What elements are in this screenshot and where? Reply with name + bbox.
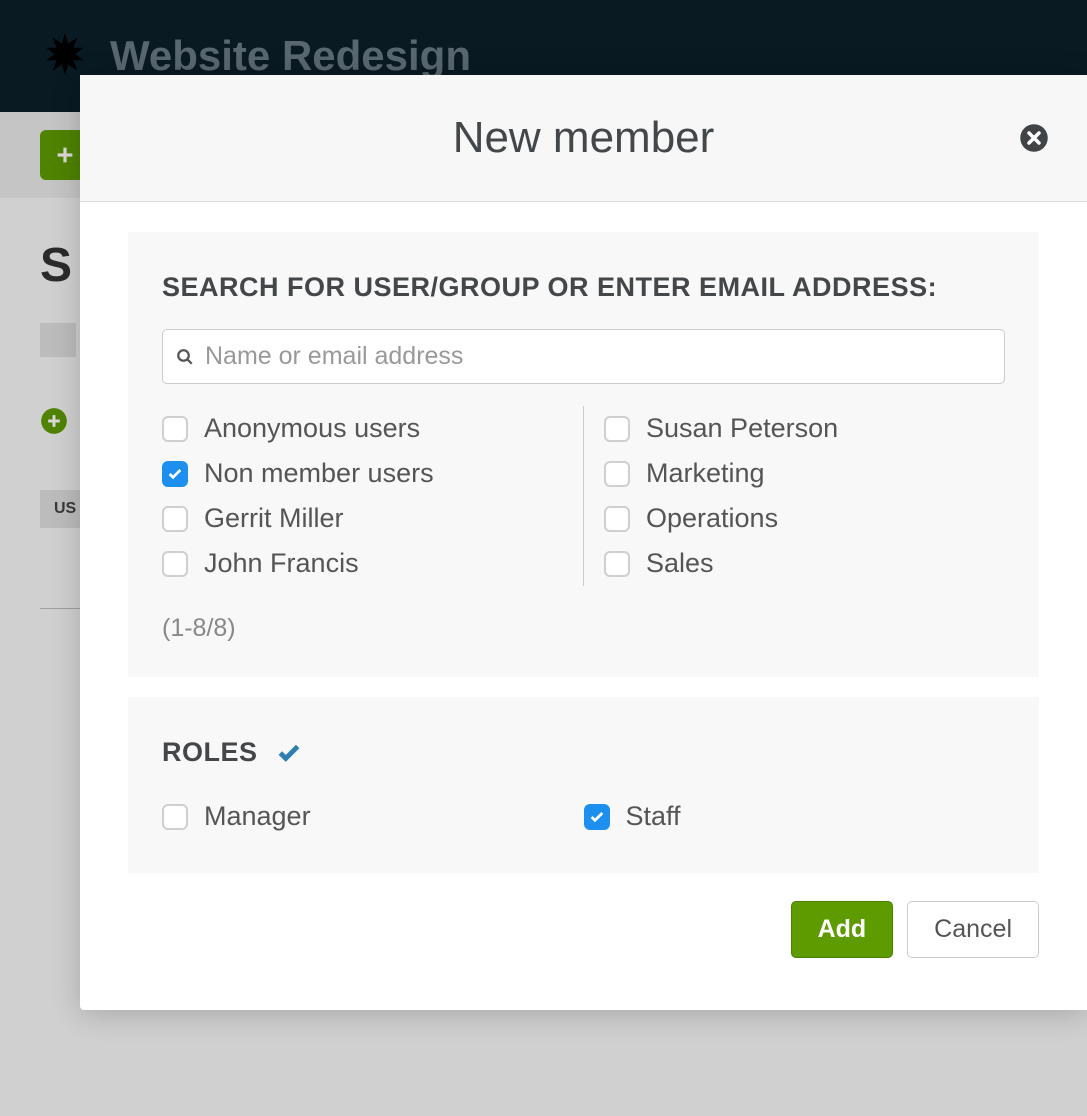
roles-label: ROLES — [162, 737, 1005, 768]
checkbox[interactable] — [584, 804, 610, 830]
user-item-anonymous[interactable]: Anonymous users — [162, 406, 563, 451]
user-label: Non member users — [204, 458, 434, 489]
user-item-susan[interactable]: Susan Peterson — [604, 406, 1005, 451]
user-label: Gerrit Miller — [204, 503, 344, 534]
add-button[interactable]: Add — [791, 901, 894, 958]
user-column-left: Anonymous users Non member users Gerrit … — [162, 406, 584, 586]
modal-title: New member — [120, 113, 1047, 163]
checkbox[interactable] — [162, 416, 188, 442]
user-label: Anonymous users — [204, 413, 420, 444]
search-input[interactable] — [162, 329, 1005, 384]
user-item-marketing[interactable]: Marketing — [604, 451, 1005, 496]
user-item-nonmember[interactable]: Non member users — [162, 451, 563, 496]
search-wrap — [162, 329, 1005, 384]
user-label: Marketing — [646, 458, 765, 489]
modal-footer: Add Cancel — [128, 893, 1039, 970]
checkbox[interactable] — [162, 506, 188, 532]
checkbox[interactable] — [162, 461, 188, 487]
user-label: John Francis — [204, 548, 359, 579]
user-item-sales[interactable]: Sales — [604, 541, 1005, 586]
user-label: Operations — [646, 503, 778, 534]
checkbox[interactable] — [604, 461, 630, 487]
role-label: Staff — [626, 801, 681, 832]
checkbox[interactable] — [604, 551, 630, 577]
user-list: Anonymous users Non member users Gerrit … — [162, 406, 1005, 586]
user-item-operations[interactable]: Operations — [604, 496, 1005, 541]
cancel-button[interactable]: Cancel — [907, 901, 1039, 958]
roles-section: ROLES Manager Staff — [128, 697, 1039, 873]
modal-header: New member — [80, 75, 1087, 202]
new-member-modal: New member SEARCH FOR USER/GROUP OR ENTE… — [80, 75, 1087, 1010]
roles-label-text: ROLES — [162, 737, 258, 768]
user-label: Susan Peterson — [646, 413, 838, 444]
user-label: Sales — [646, 548, 714, 579]
role-item-staff[interactable]: Staff — [584, 794, 1006, 839]
checkbox[interactable] — [604, 416, 630, 442]
modal-body: SEARCH FOR USER/GROUP OR ENTER EMAIL ADD… — [80, 202, 1087, 1010]
checkbox[interactable] — [604, 506, 630, 532]
user-column-right: Susan Peterson Marketing Operations Sale… — [584, 406, 1005, 586]
result-count: (1-8/8) — [162, 614, 1005, 643]
close-icon[interactable] — [1019, 123, 1049, 153]
user-item-gerrit[interactable]: Gerrit Miller — [162, 496, 563, 541]
user-item-john[interactable]: John Francis — [162, 541, 563, 586]
role-item-manager[interactable]: Manager — [162, 794, 584, 839]
search-icon — [176, 348, 194, 366]
search-label: SEARCH FOR USER/GROUP OR ENTER EMAIL ADD… — [162, 272, 1005, 303]
roles-list: Manager Staff — [162, 794, 1005, 839]
search-section: SEARCH FOR USER/GROUP OR ENTER EMAIL ADD… — [128, 232, 1039, 677]
checkbox[interactable] — [162, 804, 188, 830]
role-label: Manager — [204, 801, 311, 832]
check-icon — [276, 740, 302, 766]
checkbox[interactable] — [162, 551, 188, 577]
